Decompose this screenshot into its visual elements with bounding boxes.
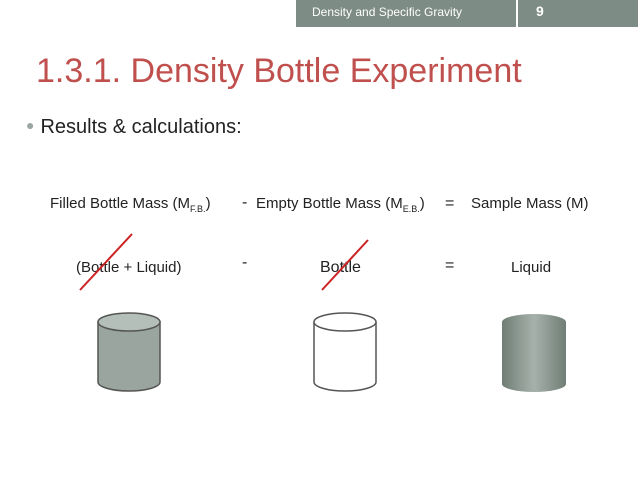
empty-bottle-mass-label: Empty Bottle Mass (ME.B.) <box>256 195 425 214</box>
slide-number: 9 <box>536 3 544 19</box>
filled-subscript: F.B. <box>190 204 206 214</box>
sample-mass-label: Sample Mass (M) <box>471 195 589 212</box>
empty-bottle-icon <box>313 312 377 392</box>
header-title: Density and Specific Gravity <box>312 5 463 19</box>
filled-bottle-mass-label: Filled Bottle Mass (MF.B.) <box>50 195 211 214</box>
liquid-label: Liquid <box>511 259 552 276</box>
equals-operator: = <box>445 195 455 212</box>
empty-label-text: Empty Bottle Mass (M <box>256 195 403 212</box>
minus-operator: - <box>242 194 248 211</box>
empty-subscript: E.B. <box>402 204 420 214</box>
bullet-text: Results & calculations: <box>40 116 242 138</box>
filled-label-text: Filled Bottle Mass (M <box>50 195 191 212</box>
empty-label-close: ) <box>419 195 425 212</box>
bullet-dot-icon: ● <box>26 117 35 133</box>
equals-operator-2: = <box>445 257 455 274</box>
filled-bottle-icon <box>97 312 161 392</box>
minus-operator-2: - <box>242 254 248 271</box>
header-divider <box>516 0 518 27</box>
bottle-label: Bottle <box>320 259 361 276</box>
bullet-item: ● Results & calculations: <box>26 116 242 139</box>
liquid-icon <box>502 314 566 392</box>
slide-title: 1.3.1. Density Bottle Experiment <box>36 52 522 90</box>
filled-label-close: ) <box>205 195 211 212</box>
bottle-plus-liquid-label: (Bottle + Liquid) <box>76 259 182 276</box>
